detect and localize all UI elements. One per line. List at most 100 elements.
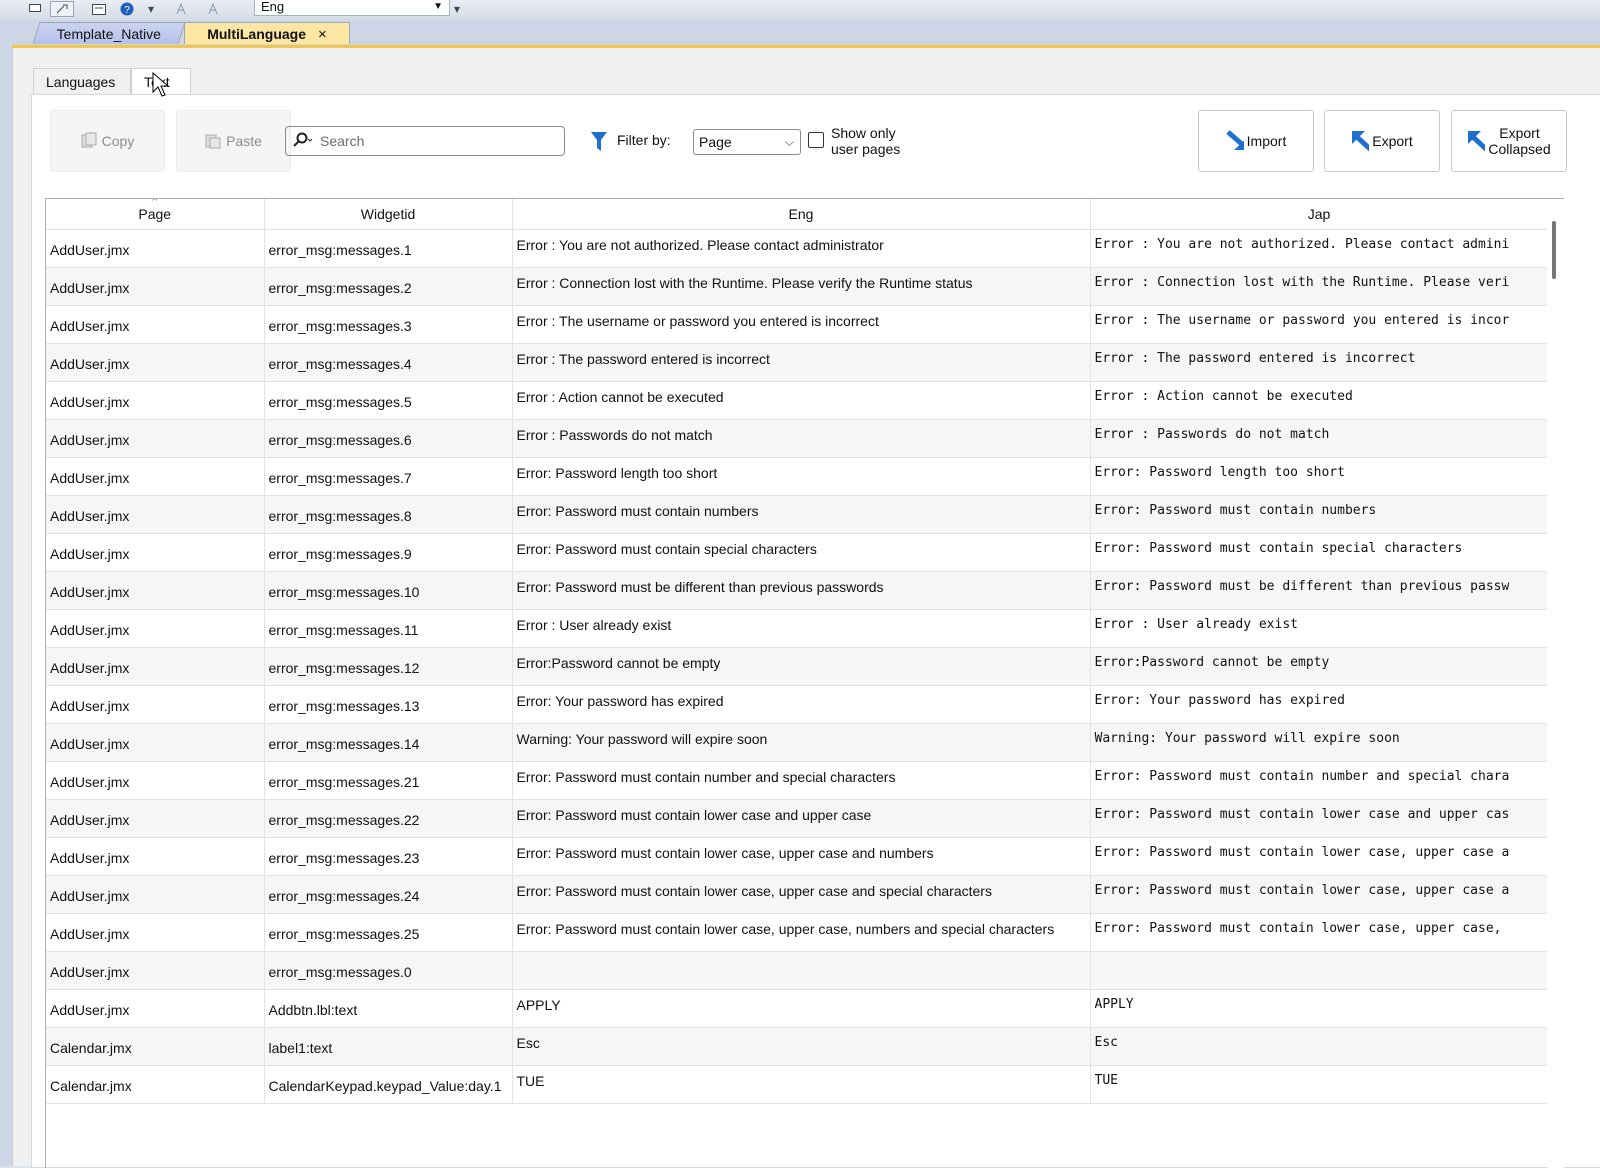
table-row[interactable]: AddUser.jmx error_msg:messages.4 Error : T… (46, 343, 1548, 382)
cell-eng[interactable]: Warning: Your password will expire soon (512, 723, 1091, 762)
language-a-icon[interactable] (176, 1, 190, 17)
cell-eng[interactable]: Error : Action cannot be executed (512, 381, 1091, 420)
cell-eng[interactable]: Error: Password length too short (512, 457, 1091, 496)
copy-button[interactable]: Copy (50, 110, 165, 172)
cell-jap[interactable]: Error: Password must contain lower case … (1090, 799, 1548, 838)
cell-widgetid: error_msg:messages.0 (264, 951, 513, 990)
table-row[interactable]: AddUser.jmx Addbtn.lbl:text APPLY APPLY (46, 989, 1548, 1028)
tab-multilanguage[interactable]: MultiLanguage × (184, 22, 350, 44)
cell-eng[interactable]: Error : You are not authorized. Please c… (512, 229, 1091, 268)
column-header-page[interactable]: ^ Page (46, 199, 265, 230)
export-collapsed-button[interactable]: Export Collapsed (1451, 110, 1567, 172)
cell-eng[interactable]: Error: Your password has expired (512, 685, 1091, 724)
column-header-widgetid[interactable]: Widgetid (264, 199, 513, 230)
cell-eng[interactable]: TUE (512, 1065, 1091, 1104)
tool-icon[interactable] (50, 1, 74, 17)
cell-jap[interactable]: Error: Password must be different than p… (1090, 571, 1548, 610)
cell-jap[interactable]: Error : Action cannot be executed (1090, 381, 1548, 420)
show-user-pages-checkbox[interactable] (808, 132, 824, 148)
cell-jap[interactable]: Error : Connection lost with the Runtime… (1090, 267, 1548, 306)
cell-jap[interactable]: Error: Password must contain number and … (1090, 761, 1548, 800)
cell-jap[interactable]: Error: Password must contain lower case,… (1090, 875, 1548, 914)
cell-eng[interactable]: Error : Connection lost with the Runtime… (512, 267, 1091, 306)
cell-jap[interactable]: Error : You are not authorized. Please c… (1090, 229, 1548, 268)
cell-jap[interactable]: Error: Password length too short (1090, 457, 1548, 496)
toolbar-overflow-icon[interactable]: ▾ (452, 1, 462, 17)
close-icon[interactable]: × (318, 26, 327, 43)
table-row[interactable]: AddUser.jmx error_msg:messages.10 Error: P… (46, 571, 1548, 610)
cell-jap[interactable]: Esc (1090, 1027, 1548, 1066)
table-row[interactable]: AddUser.jmx error_msg:messages.2 Error : C… (46, 267, 1548, 306)
table-row[interactable]: AddUser.jmx error_msg:messages.5 Error : A… (46, 381, 1548, 420)
cell-eng[interactable]: Error: Password must contain numbers (512, 495, 1091, 534)
cell-eng[interactable]: Esc (512, 1027, 1091, 1066)
cell-jap[interactable]: Error: Your password has expired (1090, 685, 1548, 724)
table-row[interactable]: AddUser.jmx error_msg:messages.1 Error : Y… (46, 229, 1548, 268)
cell-jap[interactable]: Error: Password must contain lower case,… (1090, 837, 1548, 876)
cell-eng[interactable]: Error : Passwords do not match (512, 419, 1091, 458)
cell-eng[interactable]: Error: Password must be different than p… (512, 571, 1091, 610)
table-row[interactable]: AddUser.jmx error_msg:messages.11 Error : … (46, 609, 1548, 648)
chevron-down-icon: ⌵ (784, 135, 794, 149)
cell-jap[interactable]: Error:Password cannot be empty (1090, 647, 1548, 686)
table-row[interactable]: Calendar.jmx label1:text Esc Esc (46, 1027, 1548, 1066)
cell-jap[interactable]: APPLY (1090, 989, 1548, 1028)
scrollbar-thumb[interactable] (1552, 221, 1556, 279)
cell-jap[interactable]: Error: Password must contain special cha… (1090, 533, 1548, 572)
export-button[interactable]: Export (1324, 110, 1440, 172)
paste-button[interactable]: Paste (176, 110, 291, 172)
cell-eng[interactable]: APPLY (512, 989, 1091, 1028)
cell-eng[interactable] (512, 951, 1091, 990)
cell-eng[interactable]: Error: Password must contain special cha… (512, 533, 1091, 572)
column-header-jap[interactable]: Jap (1090, 199, 1548, 230)
cell-jap[interactable]: TUE (1090, 1065, 1548, 1104)
help-icon[interactable]: ? (118, 1, 136, 17)
import-button[interactable]: Import (1198, 110, 1314, 172)
table-row[interactable]: AddUser.jmx error_msg:messages.3 Error : T… (46, 305, 1548, 344)
table-row[interactable]: AddUser.jmx error_msg:messages.8 Error: Pa… (46, 495, 1548, 534)
cell-jap[interactable]: Error : User already exist (1090, 609, 1548, 648)
column-header-eng[interactable]: Eng (512, 199, 1091, 230)
table-row[interactable]: AddUser.jmx error_msg:messages.23 Error: P… (46, 837, 1548, 876)
cell-eng[interactable]: Error: Password must contain number and … (512, 761, 1091, 800)
cell-eng[interactable]: Error : User already exist (512, 609, 1091, 648)
cell-eng[interactable]: Error : The username or password you ent… (512, 305, 1091, 344)
table-row[interactable]: AddUser.jmx error_msg:messages.22 Error: P… (46, 799, 1548, 838)
language-b-icon[interactable] (208, 1, 222, 17)
table-row[interactable]: AddUser.jmx error_msg:messages.0 (46, 951, 1548, 990)
table-row[interactable]: AddUser.jmx error_msg:messages.13 Error: Y… (46, 685, 1548, 724)
table-row[interactable]: AddUser.jmx error_msg:messages.14 Warning:… (46, 723, 1548, 762)
table-row[interactable]: AddUser.jmx error_msg:messages.25 Error: P… (46, 913, 1548, 952)
cell-eng[interactable]: Error:Password cannot be empty (512, 647, 1091, 686)
filter-select[interactable]: Page ⌵ (693, 129, 801, 155)
table-row[interactable]: AddUser.jmx error_msg:messages.24 Error: P… (46, 875, 1548, 914)
search-input[interactable]: Search (285, 126, 565, 156)
screen-icon[interactable] (28, 1, 42, 17)
cell-eng[interactable]: Error: Password must contain lower case … (512, 799, 1091, 838)
cell-page: AddUser.jmx (46, 267, 265, 306)
cell-eng[interactable]: Error: Password must contain lower case,… (512, 913, 1091, 952)
cell-jap[interactable]: Error : Passwords do not match (1090, 419, 1548, 458)
tab-text[interactable]: Text (131, 68, 191, 95)
cell-jap[interactable]: Error : The username or password you ent… (1090, 305, 1548, 344)
cell-jap[interactable]: Error : The password entered is incorrec… (1090, 343, 1548, 382)
cell-jap[interactable]: Error: Password must contain numbers (1090, 495, 1548, 534)
tab-languages[interactable]: Languages (33, 68, 131, 95)
table-row[interactable]: Calendar.jmx CalendarKeypad.keypad_Value:… (46, 1065, 1548, 1104)
table-row[interactable]: AddUser.jmx error_msg:messages.9 Error: Pa… (46, 533, 1548, 572)
toolbar-overflow-icon[interactable]: ▾ (146, 1, 156, 17)
table-row[interactable]: AddUser.jmx error_msg:messages.6 Error : P… (46, 419, 1548, 458)
table-row[interactable]: AddUser.jmx error_msg:messages.21 Error: P… (46, 761, 1548, 800)
properties-icon[interactable] (90, 1, 108, 17)
language-combo[interactable]: Eng ▼ (254, 0, 450, 16)
cell-eng[interactable]: Error: Password must contain lower case,… (512, 837, 1091, 876)
cell-eng[interactable]: Error: Password must contain lower case,… (512, 875, 1091, 914)
cell-eng[interactable]: Error : The password entered is incorrec… (512, 343, 1091, 382)
cell-jap[interactable] (1090, 951, 1548, 990)
table-row[interactable]: AddUser.jmx error_msg:messages.12 Error:Pa… (46, 647, 1548, 686)
cell-jap[interactable]: Warning: Your password will expire soon (1090, 723, 1548, 762)
vertical-scrollbar[interactable] (1547, 198, 1564, 1168)
table-row[interactable]: AddUser.jmx error_msg:messages.7 Error: Pa… (46, 457, 1548, 496)
tab-template-native[interactable]: Template_Native (32, 22, 186, 44)
cell-jap[interactable]: Error: Password must contain lower case,… (1090, 913, 1548, 952)
